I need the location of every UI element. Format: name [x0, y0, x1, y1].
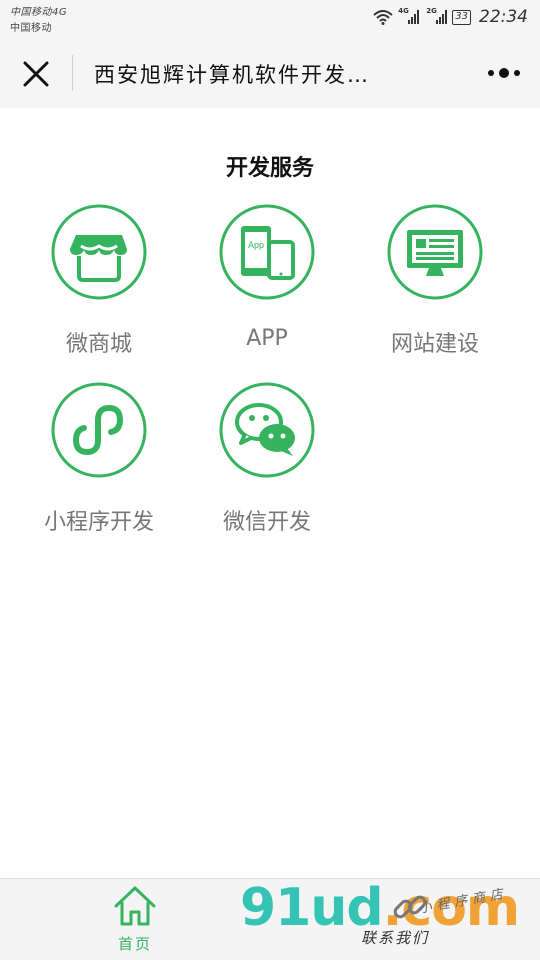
service-item-mini-program[interactable]: 小程序开发: [24, 382, 174, 536]
service-label: 微商城: [65, 332, 132, 357]
mini-program-icon: [51, 382, 147, 478]
wechat-icon: [219, 382, 315, 478]
status-bar: 中国移动4G 中国移动 4G 2G 33 22:34: [0, 0, 540, 38]
navigation-bar: 西安旭辉计算机软件开发…: [0, 38, 540, 108]
battery-indicator: 33: [452, 9, 471, 25]
page: 中国移动4G 中国移动 4G 2G 33 22:34 西安旭辉计算机软件开发… …: [0, 0, 540, 960]
nav-divider: [72, 55, 73, 91]
signal-icon-2: 2G: [426, 7, 448, 24]
wifi-icon: [373, 10, 393, 25]
store-icon: [51, 204, 147, 300]
monitor-icon: [387, 204, 483, 300]
more-button[interactable]: [482, 56, 526, 90]
service-label: 微信开发: [222, 510, 311, 535]
service-item-app[interactable]: App APP: [192, 204, 342, 351]
page-title: 西安旭辉计算机软件开发…: [94, 63, 370, 87]
more-icon: [488, 68, 520, 78]
close-icon: [23, 61, 49, 87]
app-icon-text: App: [248, 240, 264, 250]
network-type-2: 2G: [426, 7, 437, 15]
service-label: APP: [246, 326, 288, 351]
carrier-label-2: 中国移动: [10, 23, 52, 34]
service-label: 小程序开发: [43, 510, 154, 535]
service-item-mall[interactable]: 微商城: [24, 204, 174, 358]
watermark: 91ud.com 小程序商店: [240, 878, 540, 960]
service-item-wechat[interactable]: 微信开发: [192, 382, 342, 536]
close-button[interactable]: [14, 52, 58, 96]
status-indicators: 4G 2G 33 22:34: [373, 7, 528, 27]
status-clock: 22:34: [479, 7, 528, 27]
signal-icon-1: 4G: [398, 7, 420, 24]
section-title: 开发服务: [225, 156, 314, 181]
carrier-label-1: 中国移动4G: [10, 7, 68, 18]
tab-home-label: 首页: [117, 935, 152, 953]
mobile-app-icon: App: [219, 204, 315, 300]
service-item-website[interactable]: 网站建设: [360, 204, 510, 358]
service-label: 网站建设: [390, 332, 479, 357]
home-icon: [114, 886, 156, 926]
tab-home[interactable]: 首页: [90, 885, 180, 954]
watermark-text-green: 91ud: [240, 878, 384, 938]
network-type-1: 4G: [398, 7, 409, 15]
